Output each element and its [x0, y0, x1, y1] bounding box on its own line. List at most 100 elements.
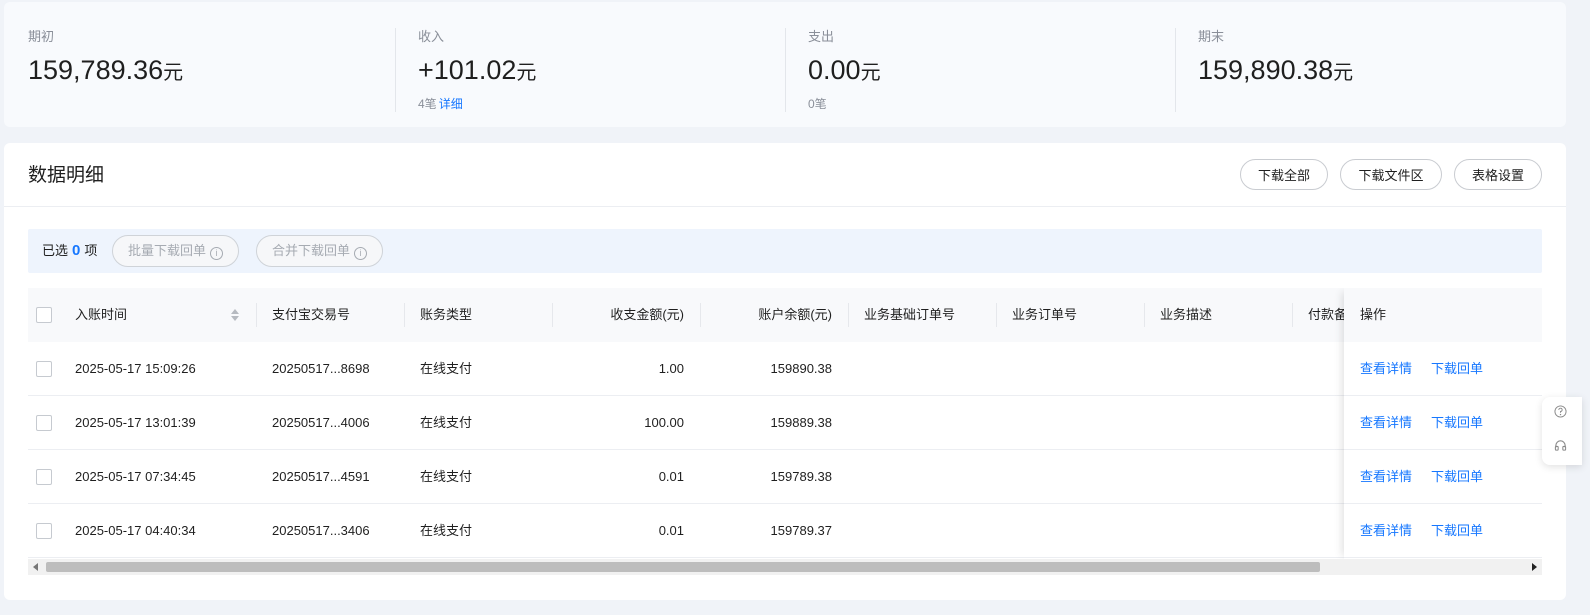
amount-unit: 元 — [1333, 62, 1354, 84]
amount-value: 0.00 — [808, 55, 861, 85]
headset-icon[interactable] — [1554, 439, 1567, 452]
view-details-link[interactable]: 查看详情 — [1360, 396, 1412, 450]
scrollbar-thumb[interactable] — [46, 562, 1320, 572]
column-separator — [1144, 303, 1145, 327]
cell-trade-no: 20250517...4591 — [272, 469, 370, 484]
download-receipt-link[interactable]: 下载回单 — [1431, 504, 1483, 558]
cell-time: 2025-05-17 13:01:39 — [75, 415, 196, 430]
amount-unit: 元 — [163, 62, 184, 84]
selection-suffix: 项 — [84, 243, 98, 258]
operations-column: 操作 查看详情 下载回单 查看详情 下载回单 查看详情 下载回单 查看详情 下载… — [1344, 288, 1542, 560]
table-settings-button[interactable]: 表格设置 — [1454, 159, 1542, 190]
stat-amount: +101.02元 — [418, 54, 536, 89]
amount-unit: 元 — [860, 62, 881, 84]
column-separator — [256, 303, 257, 327]
income-count: 4笔 — [418, 97, 437, 111]
ops-row: 查看详情 下载回单 — [1344, 396, 1542, 450]
col-ops: 操作 — [1344, 288, 1542, 342]
select-all-checkbox[interactable] — [36, 307, 52, 323]
cell-balance: 159890.38 — [770, 361, 832, 376]
cell-balance: 159889.38 — [770, 415, 832, 430]
merge-download-button[interactable]: 合并下载回单 i — [256, 235, 384, 267]
download-area-button[interactable]: 下载文件区 — [1340, 159, 1442, 190]
ops-row: 查看详情 下载回单 — [1344, 504, 1542, 558]
header-divider — [4, 206, 1566, 207]
transactions-table: 入账时间 支付宝交易号 账务类型 收支金额(元) 账户余额(元) 业务基础订单号… — [28, 288, 1542, 560]
download-receipt-link[interactable]: 下载回单 — [1431, 450, 1483, 504]
horizontal-scrollbar[interactable] — [28, 559, 1542, 575]
cell-amount: 0.01 — [658, 523, 684, 538]
column-separator — [996, 303, 997, 327]
amount-value: +101.02 — [418, 55, 517, 85]
row-checkbox[interactable] — [36, 469, 52, 485]
amount-value: 159,890.38 — [1198, 55, 1334, 85]
batch-download-button[interactable]: 批量下载回单 i — [112, 235, 240, 267]
detail-card: 数据明细 下载全部 下载文件区 表格设置 已选 0 项 批量下载回单 i 合并下载回单… — [4, 143, 1566, 600]
cell-time: 2025-05-17 04:40:34 — [75, 523, 196, 538]
view-details-link[interactable]: 查看详情 — [1360, 504, 1412, 558]
selection-bar: 已选 0 项 批量下载回单 i 合并下载回单 i — [28, 229, 1542, 273]
cell-amount: 1.00 — [658, 361, 684, 376]
cell-trade-no: 20250517...3406 — [272, 523, 370, 538]
stat-sub: 0笔 — [808, 97, 881, 111]
stat-closing: 期末 159,890.38元 — [1174, 2, 1353, 127]
table-row: 2025-05-17 04:40:34 20250517...3406 在线支付… — [28, 504, 1542, 558]
scroll-left-icon[interactable] — [33, 563, 38, 571]
stat-amount: 159,890.38元 — [1198, 54, 1353, 89]
stat-label: 支出 — [808, 29, 835, 44]
amount-unit: 元 — [516, 62, 537, 84]
cell-amount: 0.01 — [658, 469, 684, 484]
col-trade-no: 支付宝交易号 — [272, 307, 351, 322]
col-base-order: 业务基础订单号 — [864, 307, 956, 322]
table-row: 2025-05-17 13:01:39 20250517...4006 在线支付… — [28, 396, 1542, 450]
cell-time: 2025-05-17 07:34:45 — [75, 469, 196, 484]
scroll-right-icon[interactable] — [1532, 563, 1537, 571]
download-receipt-link[interactable]: 下载回单 — [1431, 396, 1483, 450]
column-separator — [848, 303, 849, 327]
cell-type: 在线支付 — [420, 361, 473, 376]
col-order: 业务订单号 — [1012, 307, 1078, 322]
col-time[interactable]: 入账时间 — [75, 288, 127, 342]
view-details-link[interactable]: 查看详情 — [1360, 342, 1412, 396]
cell-amount: 100.00 — [644, 415, 684, 430]
selection-count: 0 — [72, 242, 81, 259]
stat-label: 期初 — [28, 29, 55, 44]
card-title: 数据明细 — [28, 165, 105, 186]
floating-toolbar — [1542, 397, 1582, 465]
stat-amount: 159,789.36元 — [28, 54, 183, 89]
col-amount: 收支金额(元) — [610, 307, 684, 322]
stat-opening: 期初 159,789.36元 — [4, 2, 183, 127]
batch-download-label: 批量下载回单 — [128, 243, 207, 258]
row-checkbox[interactable] — [36, 415, 52, 431]
info-icon: i — [354, 247, 368, 260]
income-detail-link[interactable]: 详细 — [439, 97, 463, 111]
cell-balance: 159789.38 — [770, 469, 832, 484]
amount-value: 159,789.36 — [28, 55, 164, 85]
row-checkbox[interactable] — [36, 361, 52, 377]
download-all-button[interactable]: 下载全部 — [1240, 159, 1328, 190]
summary-panel: 期初 159,789.36元 收入 +101.02元 4笔 详细 支出 0.00元… — [4, 2, 1566, 127]
table-row: 2025-05-17 07:34:45 20250517...4591 在线支付… — [28, 450, 1542, 504]
merge-download-label: 合并下载回单 — [272, 243, 351, 258]
cell-trade-no: 20250517...4006 — [272, 415, 370, 430]
col-desc: 业务描述 — [1160, 307, 1213, 322]
stat-amount: 0.00元 — [808, 54, 881, 89]
sort-icon[interactable] — [230, 308, 240, 322]
table-header: 入账时间 支付宝交易号 账务类型 收支金额(元) 账户余额(元) 业务基础订单号… — [28, 288, 1542, 342]
cell-balance: 159789.37 — [770, 523, 832, 538]
cell-type: 在线支付 — [420, 469, 473, 484]
question-icon[interactable] — [1554, 405, 1567, 418]
row-checkbox[interactable] — [36, 523, 52, 539]
stat-label: 收入 — [418, 29, 445, 44]
info-icon: i — [210, 247, 224, 260]
stat-label: 期末 — [1198, 29, 1225, 44]
view-details-link[interactable]: 查看详情 — [1360, 450, 1412, 504]
cell-type: 在线支付 — [420, 523, 473, 538]
column-separator — [404, 303, 405, 327]
download-receipt-link[interactable]: 下载回单 — [1431, 342, 1483, 396]
cell-trade-no: 20250517...8698 — [272, 361, 370, 376]
expense-count: 0笔 — [808, 97, 827, 111]
col-type: 账务类型 — [420, 307, 473, 322]
stat-sub: 4笔 详细 — [418, 97, 536, 111]
selection-status: 已选 0 项 — [42, 243, 97, 259]
